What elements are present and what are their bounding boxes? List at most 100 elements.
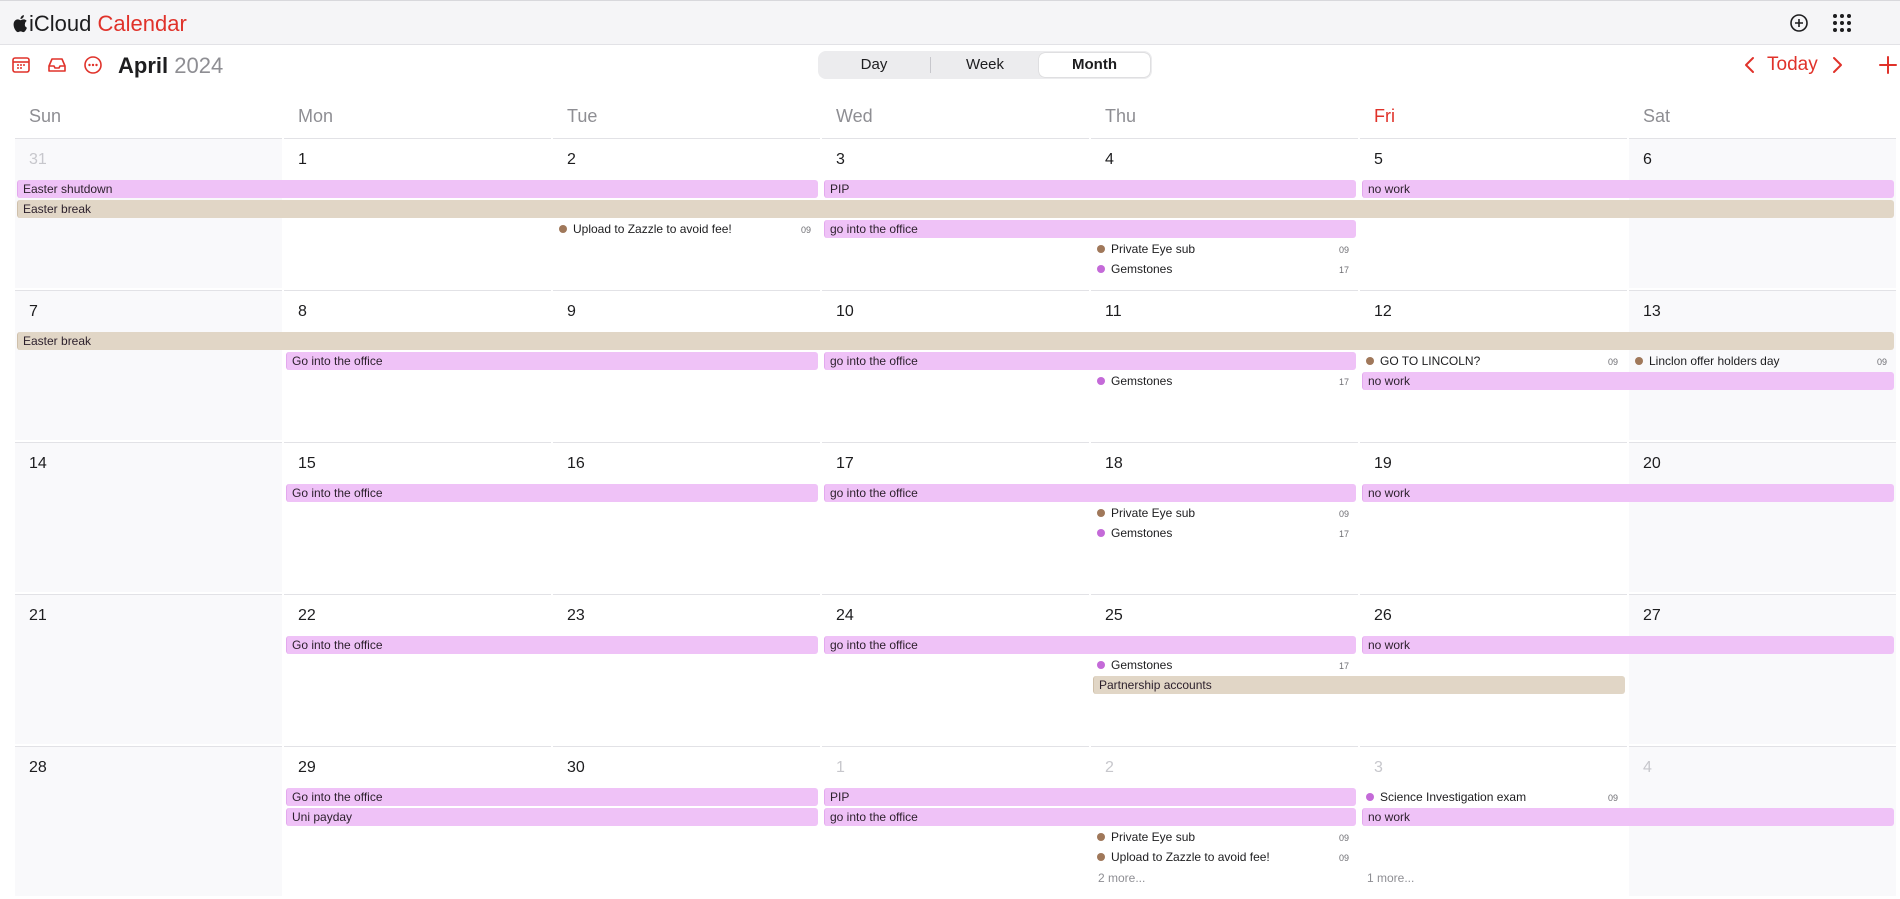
allday-event[interactable]: Easter shutdown [17, 180, 818, 198]
day-number: 30 [567, 759, 585, 776]
event-color-dot [1366, 357, 1374, 365]
plus-circle-icon[interactable] [1788, 12, 1810, 34]
allday-event[interactable]: Go into the office [286, 484, 818, 502]
day-cell[interactable]: 19 [1360, 442, 1627, 592]
chevron-left-icon[interactable] [1743, 56, 1757, 74]
day-cell[interactable]: 21 [15, 594, 282, 744]
day-cell[interactable]: 22 [284, 594, 551, 744]
allday-event[interactable]: Easter break [17, 200, 1894, 218]
allday-event[interactable]: Go into the office [286, 352, 818, 370]
timed-event[interactable]: Private Eye sub 09 [1094, 828, 1352, 846]
day-cell[interactable]: 28 [15, 746, 282, 896]
day-number: 2 [567, 151, 576, 168]
allday-event[interactable]: go into the office [824, 352, 1356, 370]
day-number: 24 [836, 607, 854, 624]
day-number: 1 [298, 151, 307, 168]
allday-event[interactable]: Go into the office [286, 636, 818, 654]
allday-event[interactable]: no work [1362, 180, 1894, 198]
allday-event[interactable]: go into the office [824, 484, 1356, 502]
day-cell[interactable]: 15 [284, 442, 551, 592]
event-title: GO TO LINCOLN? [1380, 354, 1481, 368]
view-day-tab[interactable]: Day [820, 53, 928, 77]
timed-event[interactable]: Linclon offer holders day 09 [1632, 352, 1890, 370]
day-number: 20 [1643, 455, 1661, 472]
day-cell[interactable]: 17 [822, 442, 1089, 592]
day-number: 4 [1105, 151, 1114, 168]
allday-event[interactable]: no work [1362, 636, 1894, 654]
allday-event[interactable]: Uni payday [286, 808, 818, 826]
allday-event[interactable]: no work [1362, 372, 1894, 390]
timed-event[interactable]: Private Eye sub 09 [1094, 504, 1352, 522]
day-number: 13 [1643, 303, 1661, 320]
timed-event[interactable]: Gemstones 17 [1094, 260, 1352, 278]
timed-event[interactable]: Gemstones 17 [1094, 524, 1352, 542]
timed-event[interactable]: Upload to Zazzle to avoid fee! 09 [556, 220, 814, 238]
day-number: 19 [1374, 455, 1392, 472]
more-events-link[interactable]: 2 more... [1098, 871, 1145, 885]
allday-event[interactable]: PIP [824, 180, 1356, 198]
event-time: 17 [1338, 377, 1349, 387]
plus-icon[interactable] [1876, 53, 1900, 77]
event-title: Gemstones [1111, 374, 1173, 388]
event-title: Gemstones [1111, 658, 1173, 672]
event-time: 09 [1607, 793, 1618, 803]
day-cell[interactable]: 27 [1629, 594, 1896, 744]
timed-event[interactable]: Gemstones 17 [1094, 372, 1352, 390]
month-name: April [118, 53, 169, 78]
event-color-dot [1097, 661, 1105, 669]
day-number: 9 [567, 303, 576, 320]
day-cell[interactable]: 16 [553, 442, 820, 592]
weekday-header: Wed [836, 106, 873, 126]
day-cell[interactable]: 24 [822, 594, 1089, 744]
allday-event[interactable]: go into the office [824, 636, 1356, 654]
event-time: 17 [1338, 529, 1349, 539]
day-number: 23 [567, 607, 585, 624]
event-time: 09 [1338, 833, 1349, 843]
calendar-list-icon[interactable] [9, 53, 33, 77]
day-cell[interactable]: 23 [553, 594, 820, 744]
allday-event[interactable]: go into the office [824, 220, 1356, 238]
day-number: 27 [1643, 607, 1661, 624]
day-number: 6 [1643, 151, 1652, 168]
day-number: 5 [1374, 151, 1383, 168]
view-week-tab[interactable]: Week [931, 53, 1039, 77]
event-color-dot [1635, 357, 1643, 365]
event-time: 17 [1338, 661, 1349, 671]
timed-event[interactable]: Private Eye sub 09 [1094, 240, 1352, 258]
allday-event[interactable]: no work [1362, 808, 1894, 826]
day-number: 2 [1105, 759, 1114, 776]
event-time: 09 [1338, 509, 1349, 519]
event-title: Science Investigation exam [1380, 790, 1527, 804]
day-cell[interactable]: 14 [15, 442, 282, 592]
app-grid-icon[interactable] [1831, 12, 1853, 34]
allday-event[interactable]: PIP [824, 788, 1356, 806]
day-cell[interactable]: 20 [1629, 442, 1896, 592]
day-number: 11 [1105, 303, 1122, 320]
more-events-link[interactable]: 1 more... [1367, 871, 1414, 885]
allday-event[interactable]: go into the office [824, 808, 1356, 826]
timed-event[interactable]: GO TO LINCOLN? 09 [1363, 352, 1621, 370]
inbox-icon[interactable] [45, 53, 69, 77]
day-number: 25 [1105, 607, 1123, 624]
day-cell[interactable]: 26 [1360, 594, 1627, 744]
allday-event[interactable]: Partnership accounts [1093, 676, 1625, 694]
weekday-header: Sat [1643, 106, 1671, 126]
day-number: 26 [1374, 607, 1392, 624]
event-title: Upload to Zazzle to avoid fee! [573, 222, 732, 236]
event-title: Gemstones [1111, 262, 1173, 276]
today-button[interactable]: Today [1767, 52, 1818, 78]
allday-event[interactable]: Easter break [17, 332, 1894, 350]
view-month-tab[interactable]: Month [1039, 53, 1150, 77]
timed-event[interactable]: Gemstones 17 [1094, 656, 1352, 674]
timed-event[interactable]: Upload to Zazzle to avoid fee! 09 [1094, 848, 1352, 866]
event-color-dot [559, 225, 567, 233]
app-brand[interactable]: iCloud Calendar [12, 11, 187, 37]
allday-event[interactable]: no work [1362, 484, 1894, 502]
ellipsis-circle-icon[interactable] [81, 53, 105, 77]
day-number: 8 [298, 303, 307, 320]
day-cell[interactable]: 7 [15, 290, 282, 440]
allday-event[interactable]: Go into the office [286, 788, 818, 806]
event-color-dot [1097, 529, 1105, 537]
chevron-right-icon[interactable] [1830, 56, 1844, 74]
timed-event[interactable]: Science Investigation exam 09 [1363, 788, 1621, 806]
